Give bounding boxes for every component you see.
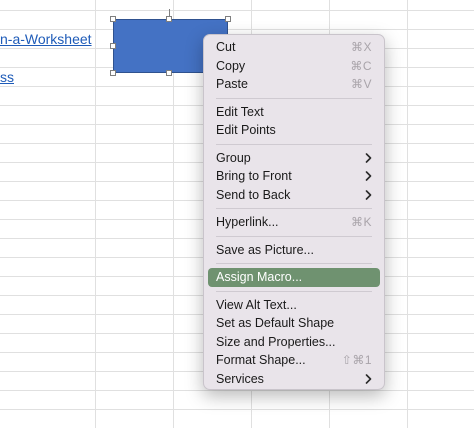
menu-item-services[interactable]: Services — [208, 370, 380, 389]
menu-item-bring-to-front[interactable]: Bring to Front — [208, 167, 380, 186]
menu-item-send-to-back[interactable]: Send to Back — [208, 186, 380, 205]
shortcut-hint: ⌘K — [350, 215, 372, 230]
menu-item-label: Hyperlink... — [216, 215, 279, 230]
menu-separator — [216, 208, 372, 209]
second-link[interactable]: ss — [0, 69, 14, 85]
shortcut-hint: ⌘V — [350, 77, 372, 92]
menu-item-label: Paste — [216, 77, 248, 92]
menu-item-cut[interactable]: Cut ⌘X — [208, 38, 380, 57]
resize-handle-top-left[interactable] — [110, 16, 116, 22]
menu-item-size-and-properties[interactable]: Size and Properties... — [208, 333, 380, 352]
menu-item-label: Set as Default Shape — [216, 316, 335, 331]
resize-handle-top-right[interactable] — [225, 16, 231, 22]
chevron-right-icon — [365, 189, 372, 200]
menu-item-label: Edit Points — [216, 123, 276, 138]
menu-item-save-as-picture[interactable]: Save as Picture... — [208, 241, 380, 260]
context-menu: Cut ⌘X Copy ⌘C Paste ⌘V Edit Text Edit Points Gr… — [203, 34, 385, 390]
menu-item-assign-macro[interactable]: Assign Macro... — [208, 268, 380, 287]
menu-separator — [216, 143, 372, 145]
menu-item-label: Send to Back — [216, 187, 291, 202]
menu-item-edit-text[interactable]: Edit Text — [208, 103, 380, 122]
worksheet-link[interactable]: n-a-Worksheet — [0, 31, 92, 47]
chevron-right-icon — [365, 152, 372, 163]
menu-separator — [216, 235, 372, 237]
menu-item-label: Edit Text — [216, 104, 264, 119]
menu-separator — [216, 263, 372, 264]
menu-item-copy[interactable]: Copy ⌘C — [208, 57, 380, 76]
menu-item-group[interactable]: Group — [208, 149, 380, 168]
menu-item-label: View Alt Text... — [216, 297, 297, 312]
chevron-right-icon — [365, 171, 372, 182]
menu-item-label: Bring to Front — [216, 169, 292, 184]
menu-separator — [216, 290, 372, 292]
menu-item-label: Services — [216, 371, 264, 386]
menu-item-label: Group — [216, 150, 251, 165]
menu-item-label: Format Shape... — [216, 353, 306, 368]
menu-item-edit-points[interactable]: Edit Points — [208, 121, 380, 140]
chevron-right-icon — [365, 373, 372, 384]
menu-item-paste[interactable]: Paste ⌘V — [208, 75, 380, 94]
resize-handle-top-center[interactable] — [166, 16, 172, 22]
resize-handle-middle-left[interactable] — [110, 43, 116, 49]
menu-item-hyperlink[interactable]: Hyperlink... ⌘K — [208, 213, 380, 232]
shortcut-hint: ⌘X — [350, 40, 372, 55]
resize-handle-bottom-left[interactable] — [110, 70, 116, 76]
shortcut-hint: ⌘C — [350, 58, 372, 73]
resize-handle-bottom-center[interactable] — [166, 70, 172, 76]
menu-item-view-alt-text[interactable]: View Alt Text... — [208, 296, 380, 315]
shortcut-hint: ⇧⌘1 — [341, 353, 372, 368]
menu-item-set-as-default-shape[interactable]: Set as Default Shape — [208, 314, 380, 333]
menu-item-format-shape[interactable]: Format Shape... ⇧⌘1 — [208, 351, 380, 370]
menu-item-label: Copy — [216, 58, 246, 73]
menu-separator — [216, 97, 372, 99]
menu-item-label: Assign Macro... — [216, 270, 303, 285]
menu-item-label: Save as Picture... — [216, 242, 314, 257]
menu-item-label: Cut — [216, 40, 236, 55]
menu-item-label: Size and Properties... — [216, 334, 336, 349]
